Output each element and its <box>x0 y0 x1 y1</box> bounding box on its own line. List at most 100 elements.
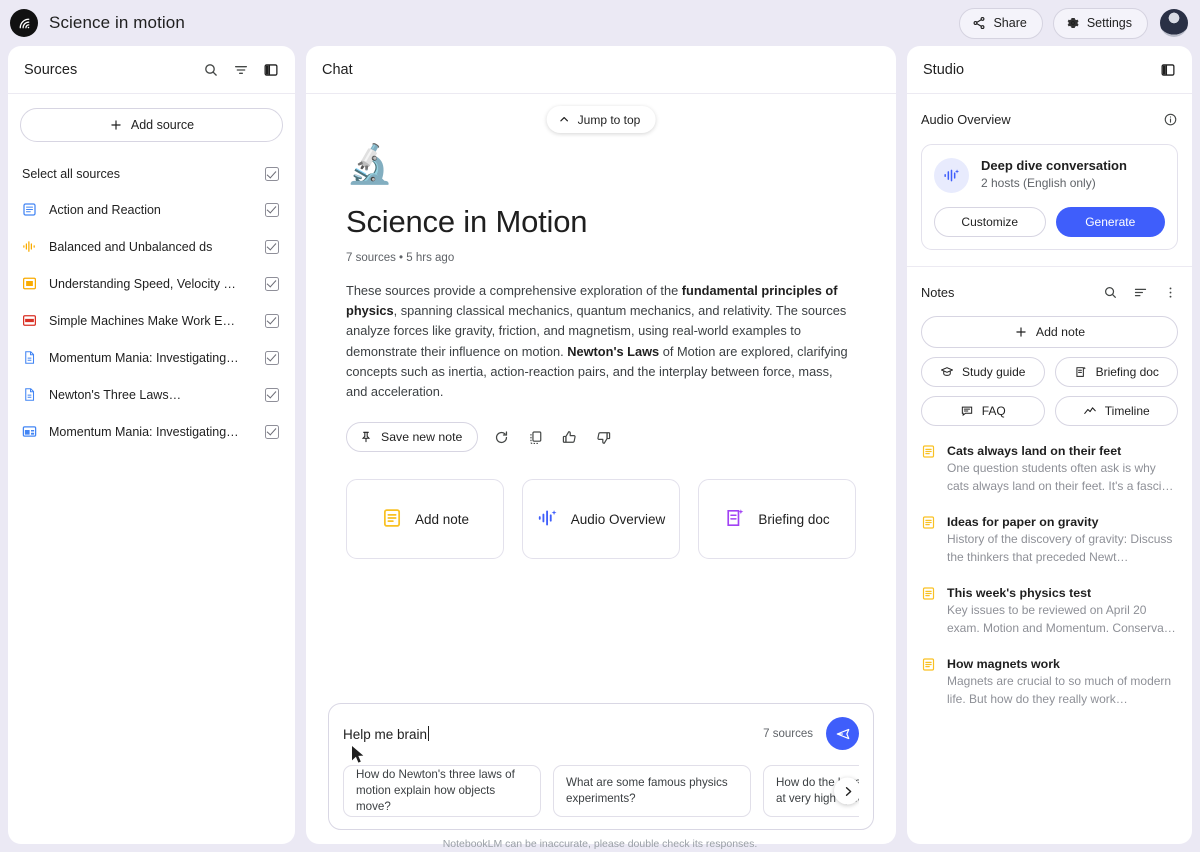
search-icon[interactable] <box>203 62 219 78</box>
card-label: Briefing doc <box>758 511 830 527</box>
note-list-item[interactable]: Ideas for paper on gravity History of the… <box>921 515 1178 566</box>
note-snippet: Magnets are crucial to so much of modern… <box>947 674 1172 706</box>
note-snippet: Key issues to be reviewed on April 20 ex… <box>947 603 1176 635</box>
card-add-note[interactable]: Add note <box>346 479 504 560</box>
chevron-up-icon <box>558 113 571 126</box>
source-item-checkbox[interactable] <box>265 202 279 217</box>
note-icon <box>921 444 936 495</box>
generate-button[interactable]: Generate <box>1055 207 1165 237</box>
note-tools-row-1: Study guide Briefing doc <box>921 357 1178 387</box>
note-title: This week's physics test <box>947 586 1092 600</box>
summary-bold-2: Newton's Laws <box>567 343 660 359</box>
source-item-checkbox[interactable] <box>265 424 279 439</box>
chat-title: Chat <box>322 61 353 78</box>
select-all-checkbox[interactable] <box>265 167 279 181</box>
note-text: How magnets work Magnets are crucial to s… <box>947 657 1178 708</box>
select-all-label: Select all sources <box>22 167 120 181</box>
panel-collapse-icon[interactable] <box>263 62 279 78</box>
thumbs-up-icon[interactable] <box>558 426 580 448</box>
source-item-checkbox[interactable] <box>265 239 279 254</box>
settings-button[interactable]: Settings <box>1052 7 1148 39</box>
copy-icon[interactable] <box>524 426 546 448</box>
source-item-checkbox[interactable] <box>265 276 279 291</box>
chat-input[interactable]: Help me brain <box>343 725 430 742</box>
source-item[interactable]: Momentum Mania: Investigating th… <box>20 413 283 450</box>
timeline-button[interactable]: Timeline <box>1054 396 1178 426</box>
send-icon <box>835 726 851 742</box>
notebooklm-logo-icon[interactable] <box>10 9 38 37</box>
refresh-icon[interactable] <box>490 426 512 448</box>
save-new-note-button[interactable]: Save new note <box>346 422 479 453</box>
briefing-doc-icon <box>724 507 746 532</box>
suggested-question[interactable]: How do Newton's three laws of motion exp… <box>343 765 541 817</box>
panel-collapse-icon[interactable] <box>1160 62 1176 78</box>
add-source-button[interactable]: Add source <box>20 108 283 142</box>
chevron-right-icon <box>845 786 851 796</box>
source-item[interactable]: Action and Reaction <box>20 191 283 228</box>
audio-waveform-icon <box>22 239 37 254</box>
composer-sources-count: 7 sources <box>763 727 813 740</box>
notebook-meta: 7 sources • 5 hrs ago <box>346 252 455 264</box>
audio-overview-label: Audio Overview <box>921 111 1011 127</box>
source-item[interactable]: Momentum Mania: Investigating th… <box>20 339 283 376</box>
audio-overview-section: Audio Overview Deep dive conversation 2 … <box>907 94 1192 267</box>
thumbs-down-icon[interactable] <box>592 426 614 448</box>
note-list-item[interactable]: This week's physics test Key issues to be… <box>921 586 1178 637</box>
source-item[interactable]: Simple Machines Make Work Easier… <box>20 302 283 339</box>
faq-button[interactable]: FAQ <box>921 396 1045 426</box>
share-button[interactable]: Share <box>959 7 1043 39</box>
composer-row: Help me brain 7 sources <box>343 717 859 750</box>
source-item-label: Momentum Mania: Investigating th… <box>49 424 241 439</box>
send-button[interactable] <box>826 717 859 750</box>
jump-to-top-button[interactable]: Jump to top <box>546 106 656 133</box>
notes-section: Notes Add note Study guide Briefing doc … <box>907 267 1192 728</box>
note-tools-row-2: FAQ Timeline <box>921 396 1178 426</box>
select-all-sources-row[interactable]: Select all sources <box>20 157 283 191</box>
source-item-checkbox[interactable] <box>265 313 279 328</box>
timeline-label: Timeline <box>1104 404 1150 418</box>
note-list-item[interactable]: Cats always land on their feet One questi… <box>921 444 1178 495</box>
sort-icon[interactable] <box>1133 285 1148 300</box>
audio-card-text: Deep dive conversation 2 hosts (English … <box>981 158 1127 190</box>
audio-card-buttons: Customize Generate <box>934 207 1165 237</box>
source-item-label: Balanced and Unbalanced ds <box>49 239 213 254</box>
faq-label: FAQ <box>981 404 1006 418</box>
chat-header: Chat <box>306 46 896 94</box>
sources-title: Sources <box>24 61 78 78</box>
notebook-emoji: 🔬 <box>346 144 394 186</box>
filter-icon[interactable] <box>233 62 249 78</box>
jump-to-top-label: Jump to top <box>577 112 641 127</box>
top-bar-actions: Share Settings <box>959 7 1188 39</box>
add-note-button[interactable]: Add note <box>921 316 1178 348</box>
audio-card-title: Deep dive conversation <box>981 158 1127 173</box>
footer-disclaimer: NotebookLM can be inaccurate, please dou… <box>442 838 758 850</box>
suggested-question[interactable]: What are some famous physics experiments… <box>553 765 751 817</box>
card-label: Add note <box>414 511 470 527</box>
more-vertical-icon[interactable] <box>1163 285 1178 300</box>
note-text: This week's physics test Key issues to be… <box>947 586 1178 637</box>
notes-label: Notes <box>921 284 955 300</box>
info-icon[interactable] <box>1163 112 1178 127</box>
add-source-label: Add source <box>130 118 195 132</box>
note-icon <box>381 507 403 532</box>
customize-button[interactable]: Customize <box>934 207 1046 237</box>
next-suggestion-button[interactable] <box>834 777 859 805</box>
plus-icon <box>1014 325 1028 339</box>
source-item[interactable]: Newton's Three Laws… <box>20 376 283 413</box>
source-item-checkbox[interactable] <box>265 387 279 402</box>
source-item[interactable]: Balanced and Unbalanced ds <box>20 228 283 265</box>
note-list-item[interactable]: How magnets work Magnets are crucial to s… <box>921 657 1178 708</box>
search-icon[interactable] <box>1103 285 1118 300</box>
study-guide-button[interactable]: Study guide <box>921 357 1045 387</box>
source-item-checkbox[interactable] <box>265 350 279 365</box>
share-label: Share <box>993 16 1027 30</box>
sources-header: Sources <box>8 46 295 94</box>
card-audio-overview[interactable]: Audio Overview <box>522 479 680 560</box>
composer-wrapper: Help me brain 7 sources How do Newton's … <box>306 703 896 844</box>
sources-body: Add source Select all sources Action and… <box>8 94 295 450</box>
studio-header-actions <box>1160 62 1176 78</box>
avatar[interactable] <box>1160 9 1188 37</box>
briefing-doc-button[interactable]: Briefing doc <box>1054 357 1178 387</box>
card-briefing-doc[interactable]: Briefing doc <box>698 479 856 560</box>
source-item[interactable]: Understanding Speed, Velocity and… <box>20 265 283 302</box>
